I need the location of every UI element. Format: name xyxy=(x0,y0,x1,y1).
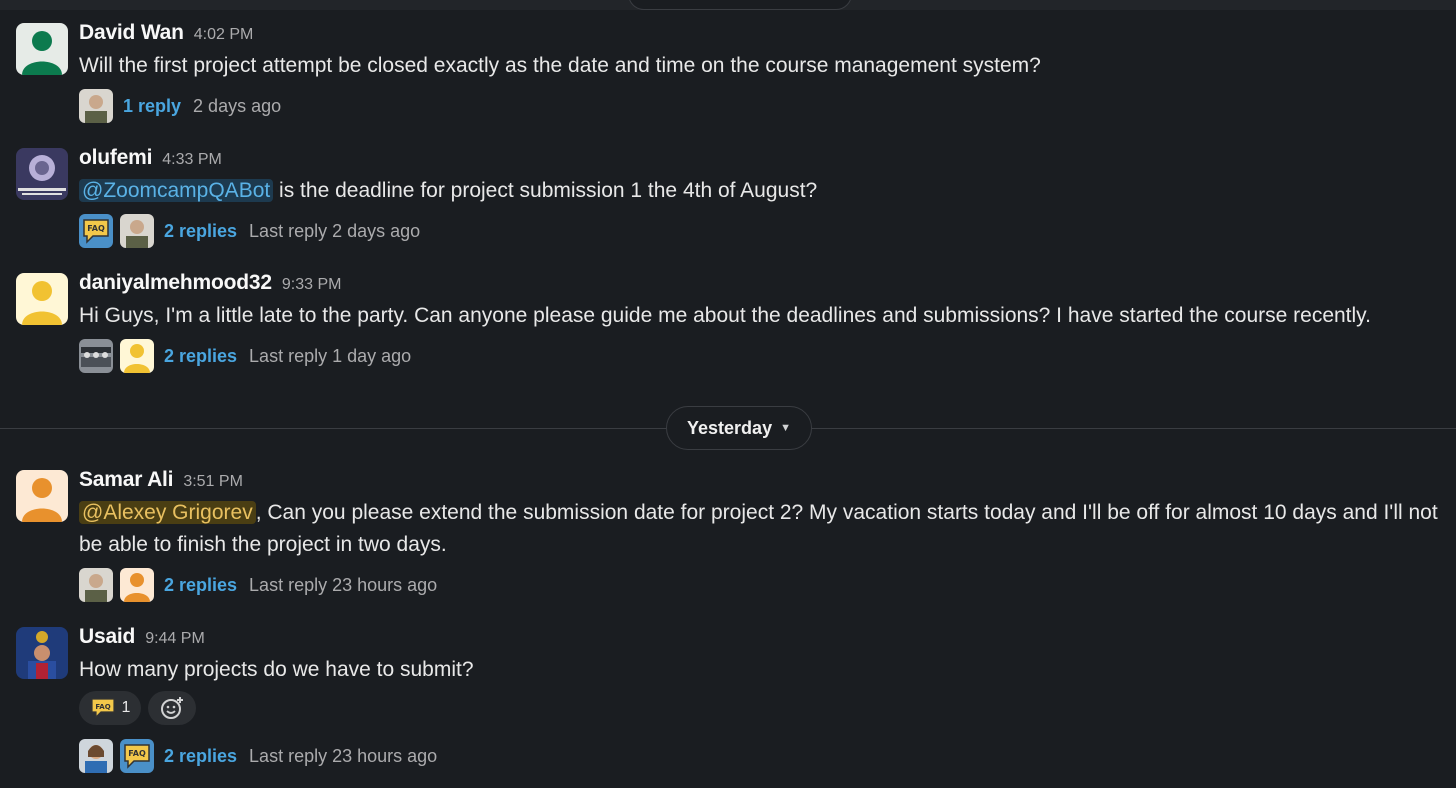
timestamp[interactable]: 9:44 PM xyxy=(145,630,205,647)
top-date-pill[interactable] xyxy=(628,0,852,10)
last-reply-time: Last reply 23 hours ago xyxy=(249,574,438,595)
reply-avatar-man xyxy=(79,568,113,602)
reply-avatar-group xyxy=(79,339,113,373)
last-reply-time: Last reply 1 day ago xyxy=(249,345,412,366)
reply-count-link[interactable]: 1 reply xyxy=(123,96,181,117)
avatar-olufemi[interactable] xyxy=(16,148,68,200)
message-body: , Can you please extend the submission d… xyxy=(79,501,1438,556)
chevron-down-icon: ▼ xyxy=(780,422,791,434)
reply-avatar-woman xyxy=(79,739,113,773)
reaction-faq[interactable]: FAQ 1 xyxy=(79,691,141,725)
add-reaction-button[interactable] xyxy=(148,691,196,725)
last-reply-time: 2 days ago xyxy=(193,95,282,116)
day-divider-button[interactable]: Yesterday ▼ xyxy=(666,406,812,450)
faq-text: FAQ xyxy=(87,224,105,233)
message-text: Hi Guys, I'm a little late to the party.… xyxy=(79,304,1371,327)
avatar-green[interactable] xyxy=(16,23,68,75)
day-label: Yesterday xyxy=(687,417,773,438)
reply-count-link[interactable]: 2 replies xyxy=(164,575,237,596)
avatar-orange[interactable] xyxy=(16,470,68,522)
thread-summary[interactable]: 1 reply 2 days ago xyxy=(79,88,281,124)
timestamp[interactable]: 4:33 PM xyxy=(162,151,222,168)
thread-summary[interactable]: FAQ 2 replies Last reply 2 days ago xyxy=(79,213,420,249)
top-bar xyxy=(0,0,1456,10)
timestamp[interactable]: 3:51 PM xyxy=(183,473,243,490)
thread-summary[interactable]: 2 replies Last reply 1 day ago xyxy=(79,338,411,374)
faq-emoji-icon: FAQ xyxy=(90,698,115,719)
faq-text: FAQ xyxy=(95,703,110,711)
sender-name[interactable]: Samar Ali xyxy=(79,468,174,491)
message-text: @Alexey Grigorev, Can you please extend … xyxy=(79,497,1439,561)
last-reply-time: Last reply 2 days ago xyxy=(249,220,421,241)
mention-user[interactable]: @Alexey Grigorev xyxy=(79,501,256,524)
timestamp[interactable]: 9:33 PM xyxy=(282,276,342,293)
reply-count-link[interactable]: 2 replies xyxy=(164,746,237,767)
thread-summary[interactable]: 2 replies Last reply 23 hours ago xyxy=(79,567,437,603)
reaction-count: 1 xyxy=(121,699,131,716)
message-body: is the deadline for project submission 1… xyxy=(273,179,818,202)
avatar-usaid[interactable] xyxy=(16,627,68,679)
reply-count-link[interactable]: 2 replies xyxy=(164,221,237,242)
message-text: @ZoomcampQABot is the deadline for proje… xyxy=(79,175,1439,207)
faq-text: FAQ xyxy=(128,749,146,758)
message-text: Will the first project attempt be closed… xyxy=(79,54,1041,77)
last-reply-time: Last reply 23 hours ago xyxy=(249,745,438,766)
reply-avatar-faq-bot: FAQ xyxy=(120,739,154,773)
mention-bot[interactable]: @ZoomcampQABot xyxy=(79,179,274,202)
reply-avatar-orange xyxy=(120,568,154,602)
sender-name[interactable]: David Wan xyxy=(79,21,184,44)
sender-name[interactable]: olufemi xyxy=(79,146,152,169)
sender-name[interactable]: Usaid xyxy=(79,625,135,648)
reply-count-link[interactable]: 2 replies xyxy=(164,346,237,367)
reply-avatar-faq-bot: FAQ xyxy=(79,214,113,248)
thread-summary[interactable]: FAQ 2 replies Last reply 23 hours ago xyxy=(79,738,437,774)
message-text: How many projects do we have to submit? xyxy=(79,658,474,681)
reply-avatar-man xyxy=(120,214,154,248)
add-emoji-icon xyxy=(161,697,183,719)
reply-avatar-man xyxy=(79,89,113,123)
timestamp[interactable]: 4:02 PM xyxy=(194,26,254,43)
avatar-yellow[interactable] xyxy=(16,273,68,325)
reply-avatar-yellow xyxy=(120,339,154,373)
sender-name[interactable]: daniyalmehmood32 xyxy=(79,271,272,294)
